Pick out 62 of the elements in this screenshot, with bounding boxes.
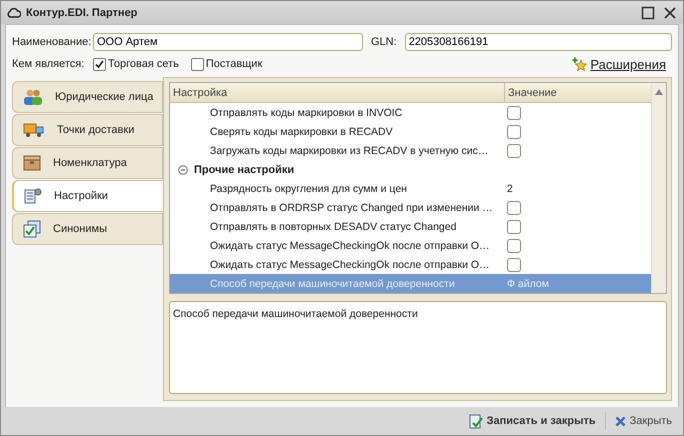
save-close-button[interactable]: Записать и закрыть <box>466 412 599 430</box>
side-tab[interactable]: Точки доставки <box>12 114 163 146</box>
checkbox[interactable] <box>93 58 106 70</box>
document-check-icon <box>468 414 483 428</box>
checkbox[interactable] <box>507 238 521 252</box>
setting-name: Отправлять в ORDRSP статус Changed при изменении … <box>209 202 494 214</box>
checkbox[interactable] <box>190 58 204 70</box>
people-icon <box>23 88 43 106</box>
setting-name: Сверять коды маркировки в RECADV <box>209 126 394 138</box>
settings-icon <box>24 188 42 204</box>
table-row[interactable]: Сверять коды маркировки в RECADV <box>170 122 651 141</box>
checkbox[interactable] <box>507 144 521 158</box>
column-header: Настройка <box>172 86 228 100</box>
setting-name: Ожидать статус MessageCheckingOk после отправки О… <box>209 240 491 252</box>
scrollbar[interactable] <box>651 84 666 293</box>
extensions-link[interactable]: Расширения <box>590 56 666 72</box>
group-label: Прочие настройки <box>194 164 294 176</box>
checkbox-label: Поставщик <box>206 58 262 70</box>
checkbox[interactable] <box>507 220 521 234</box>
gln-label: GLN: <box>371 36 397 48</box>
side-tab[interactable]: Синонимы <box>12 213 163 245</box>
checkbox[interactable] <box>507 124 521 138</box>
table-row[interactable]: Отправлять в ORDRSP статус Changed при изменении … <box>170 198 651 217</box>
table-row[interactable]: Ожидать статус MessageCheckingOk после отправки О… <box>170 236 651 255</box>
name-label: Наименование: <box>12 36 92 48</box>
side-tab[interactable]: Юридические лица <box>12 81 163 113</box>
setting-name: Загружать коды маркировки из RECADV в учетную сис… <box>209 144 490 156</box>
collapse-icon[interactable] <box>178 164 188 174</box>
setting-name: Отправлять коды маркировки в INVOIC <box>209 106 404 118</box>
checkbox[interactable] <box>507 106 521 120</box>
table-row[interactable]: Разрядность округления для сумм и цен 2 <box>170 179 651 198</box>
table-row[interactable]: Ожидать статус MessageCheckingOk после отправки О… <box>170 255 651 274</box>
checkbox[interactable] <box>507 258 521 272</box>
gln-field[interactable]: 2205308166191 <box>404 33 672 51</box>
cloud-icon <box>7 8 21 18</box>
close-button[interactable]: Закрыть <box>612 413 675 429</box>
close-icon[interactable] <box>663 6 677 20</box>
table-row[interactable]: Загружать коды маркировки из RECADV в учетную сис… <box>170 141 651 160</box>
pages-check-icon <box>23 220 41 238</box>
star-plus-icon <box>572 56 588 72</box>
box-icon <box>23 155 41 171</box>
scroll-up-icon[interactable] <box>654 88 664 96</box>
truck-icon <box>23 122 45 138</box>
table-row[interactable]: Отправлять в повторных DESADV статус Changed <box>170 217 651 236</box>
setting-name: Способ передачи машиночитаемой доверенности <box>209 278 456 290</box>
setting-value: Ф айлом <box>507 278 549 290</box>
setting-name: Отправлять в повторных DESADV статус Changed <box>209 220 458 232</box>
checkbox-label: Торговая сеть <box>108 58 179 70</box>
role-label: Кем является: <box>12 58 86 70</box>
side-tab[interactable]: Настройки <box>12 180 164 212</box>
setting-value: 2 <box>507 182 513 194</box>
side-tab[interactable]: Номенклатура <box>12 147 163 179</box>
description-field[interactable]: Способ передачи машиночитаемой доверенности <box>169 301 667 394</box>
close-icon <box>614 416 626 426</box>
maximize-icon[interactable] <box>641 6 655 20</box>
name-field[interactable]: ООО Артем <box>93 33 363 51</box>
table-row[interactable]: Отправлять коды маркировки в INVOIC <box>170 103 651 122</box>
table-row[interactable]: Прочие настройки <box>170 160 651 179</box>
checkbox[interactable] <box>507 200 521 214</box>
window-title: Контур.EDI. Партнер <box>26 6 138 18</box>
setting-name: Разрядность округления для сумм и цен <box>209 182 408 194</box>
setting-name: Ожидать статус MessageCheckingOk после отправки О… <box>209 258 491 270</box>
